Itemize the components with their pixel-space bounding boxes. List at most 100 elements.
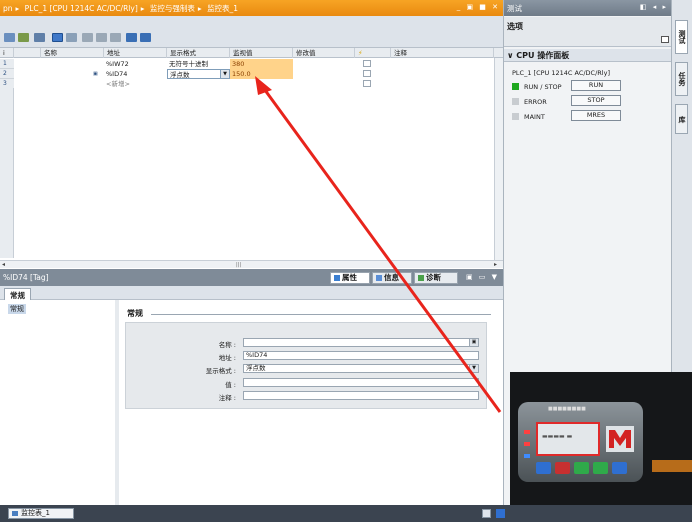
editor-title-bar: pn ▸ PLC_1 [CPU 1214C AC/DC/Rly] ▸ 监控与强制表 ▸… xyxy=(0,0,503,16)
tab-diagnostics[interactable]: 诊断 xyxy=(414,272,458,284)
tree-item-general[interactable]: 常规 xyxy=(8,304,26,314)
inspector-body: 常规 名称 : ▣ 地址 : %ID74 显示格式 : 浮点数 ▼ 值 : 注释… xyxy=(119,300,503,506)
row-number[interactable]: 2 xyxy=(0,69,14,79)
cpu-panel-title: CPU 操作面板 xyxy=(516,51,570,60)
name-field[interactable]: ▣ xyxy=(243,338,479,347)
row-header-strip xyxy=(0,88,14,258)
tag-icon: ▣ xyxy=(93,71,98,77)
col-header-spacer xyxy=(14,48,41,58)
run-stop-led xyxy=(512,83,519,90)
breadcrumb-monitor-folder[interactable]: 监控与强制表 xyxy=(150,4,195,13)
display-format-icon[interactable] xyxy=(126,33,137,42)
col-header-name[interactable]: 名称 xyxy=(41,48,104,58)
refresh-icon[interactable] xyxy=(34,33,45,42)
display-lettering: ▬▬▬▬ ▬ xyxy=(542,433,573,440)
breadcrumb-plc[interactable]: PLC_1 [CPU 1214C AC/DC/Rly] xyxy=(25,4,138,13)
force-icon[interactable] xyxy=(110,33,121,42)
task-panel-title: 测试 xyxy=(507,4,522,13)
tab-info[interactable]: 信息 xyxy=(372,272,412,284)
format-dropdown-value: 浮点数 xyxy=(170,71,190,79)
side-tab-libraries[interactable]: 库 xyxy=(675,104,688,134)
cpu-panel-header[interactable]: ∨ CPU 操作面板 xyxy=(504,49,672,62)
modify-icon[interactable] xyxy=(82,33,93,42)
options-toolbar xyxy=(504,33,672,47)
device-display: ▬▬▬▬ ▬ xyxy=(536,422,600,456)
side-tab-testing[interactable]: 测试 xyxy=(675,20,688,54)
breadcrumb-project[interactable]: pn xyxy=(3,4,13,13)
error-label: ERROR xyxy=(524,98,547,106)
side-tab-tasks[interactable]: 任务 xyxy=(675,62,688,96)
monitor-once-icon[interactable] xyxy=(66,33,77,42)
inspector-subtabs: 常规 xyxy=(0,286,503,300)
maint-led xyxy=(512,113,519,120)
status-check-icon[interactable] xyxy=(496,509,505,518)
taskbar-monitor-table-tab[interactable]: 监控表_1 xyxy=(8,508,74,519)
breadcrumb: pn ▸ PLC_1 [CPU 1214C AC/DC/Rly] ▸ 监控与强制表 ▸… xyxy=(3,4,239,13)
split-editor-icon[interactable] xyxy=(482,509,491,518)
camera-video-overlay: ■■■■■■■■ ▬▬▬▬ ▬ xyxy=(510,372,692,505)
inspector-title: %ID74 [Tag] xyxy=(3,273,49,282)
name-label: 名称 : xyxy=(218,341,236,349)
table-header: i 名称 地址 显示格式 监视值 修改值 ⚡ 注释 xyxy=(0,48,503,58)
cell-add-new[interactable]: <新增> xyxy=(104,79,167,89)
col-header-format[interactable]: 显示格式 xyxy=(167,48,230,58)
value-label: 值 : xyxy=(225,381,236,389)
run-stop-label: RUN / STOP xyxy=(524,83,562,91)
device-logo-icon xyxy=(606,426,634,452)
stop-button[interactable]: STOP xyxy=(571,95,621,106)
scroll-right-icon[interactable]: ▸ xyxy=(494,261,497,268)
chevron-down-icon[interactable]: ▼ xyxy=(220,70,229,78)
cell-address[interactable]: %IW72 xyxy=(104,59,167,69)
col-header-address[interactable]: 地址 xyxy=(104,48,167,58)
insert-row-icon[interactable] xyxy=(4,33,15,42)
properties-icon xyxy=(334,275,340,281)
error-led xyxy=(512,98,519,105)
display-format-select[interactable]: 浮点数 ▼ xyxy=(243,364,479,373)
tab-properties[interactable]: 属性 xyxy=(330,272,370,284)
device-buttons xyxy=(536,462,632,474)
section-divider xyxy=(151,314,491,315)
diagnostics-icon xyxy=(418,275,424,281)
chevron-down-icon[interactable]: ∨ xyxy=(507,51,514,60)
device-indicator-leds xyxy=(524,430,531,470)
address-field[interactable]: %ID74 xyxy=(243,351,479,360)
comment-field[interactable] xyxy=(243,391,479,400)
chevron-down-icon[interactable]: ▼ xyxy=(469,365,478,372)
inspector-window-controls[interactable]: ▣ ▭ ▼ xyxy=(466,273,499,281)
editor-window-controls[interactable]: _ ▣ ■ ✕ xyxy=(457,3,500,11)
info-icon xyxy=(376,275,382,281)
editor-toolbar xyxy=(0,16,503,48)
comment-label: 注释 : xyxy=(218,394,236,402)
format-dropdown[interactable]: 浮点数 ▼ xyxy=(167,69,230,79)
monitor-all-icon[interactable] xyxy=(52,33,63,42)
table-icon xyxy=(12,511,18,516)
browse-icon[interactable]: ▣ xyxy=(469,339,478,346)
modify-checkbox[interactable] xyxy=(363,70,371,77)
row-number[interactable]: 1 xyxy=(0,59,14,69)
run-button[interactable]: RUN xyxy=(571,80,621,91)
col-header-modify-value[interactable]: 修改值 xyxy=(293,48,355,58)
task-panel-window-controls[interactable]: ◧ ◂ ▸ xyxy=(640,3,668,11)
panel-layout-icon[interactable] xyxy=(661,36,669,43)
modify-checkbox[interactable] xyxy=(363,60,371,67)
col-header-monitor-value[interactable]: 监视值 xyxy=(230,48,293,58)
breadcrumb-monitor-table[interactable]: 监控表_1 xyxy=(207,4,238,13)
col-header-comment[interactable]: 注释 xyxy=(391,48,494,58)
inspector-title-bar: %ID74 [Tag] 属性 信息 诊断 ▣ ▭ ▼ xyxy=(0,269,503,286)
maint-label: MAINT xyxy=(524,113,545,121)
monitor-table-editor: pn ▸ PLC_1 [CPU 1214C AC/DC/Rly] ▸ 监控与强制表 ▸… xyxy=(0,0,503,508)
tab-general[interactable]: 常规 xyxy=(4,288,31,300)
vertical-scrollbar[interactable] xyxy=(494,58,503,260)
cell-address[interactable]: %ID74 xyxy=(104,69,167,79)
modify-once-icon[interactable] xyxy=(96,33,107,42)
col-header-info: i xyxy=(0,48,14,58)
modify-checkbox[interactable] xyxy=(363,80,371,87)
scroll-left-icon[interactable]: ◂ xyxy=(2,261,5,268)
expand-icon[interactable] xyxy=(140,33,151,42)
value-field[interactable] xyxy=(243,378,479,387)
cell-format[interactable]: 无符号十进制 xyxy=(167,59,230,69)
add-row-icon[interactable] xyxy=(18,33,29,42)
scroll-thumb[interactable]: ||| xyxy=(236,262,241,268)
horizontal-scrollbar[interactable]: ◂ ||| ▸ xyxy=(0,260,503,268)
mres-button[interactable]: MRES xyxy=(571,110,621,121)
